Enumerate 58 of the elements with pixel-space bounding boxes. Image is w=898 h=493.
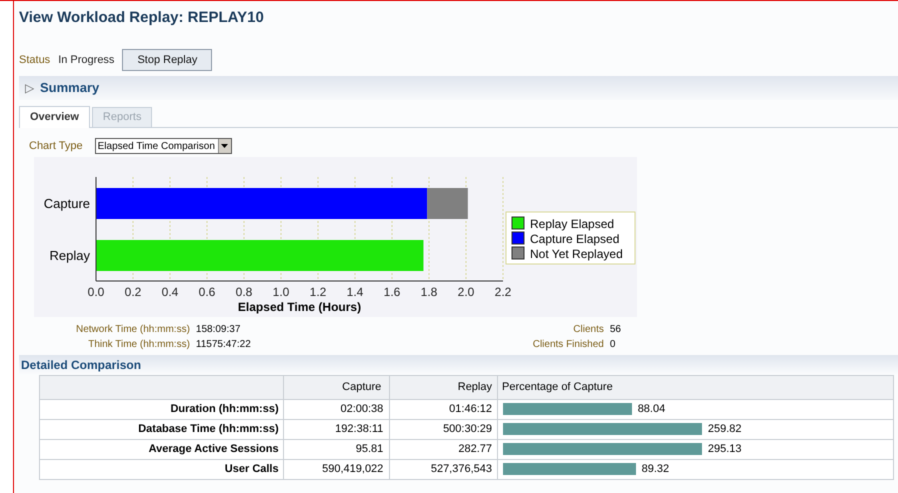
page-title: View Workload Replay: REPLAY10 [19,8,265,28]
tick-label: 1.4 [346,284,364,298]
table-cell: 192:38:11 [283,419,390,439]
category-label: Replay [50,248,90,262]
tick-label: 0.6 [198,284,216,298]
percentage-value: 88.04 [638,402,666,417]
axis-title: Elapsed Time (Hours) [238,300,362,314]
status-label: Status [19,52,50,68]
tab[interactable]: Overview [19,106,90,128]
tick-label: 2.0 [458,284,474,298]
stat-value: 11575:47:22 [196,338,251,352]
category-label: Capture [44,196,90,210]
percentage-value: 259.82 [708,422,742,437]
tick-label: 1.6 [384,284,400,298]
stat-value: 56 [610,322,621,336]
row-label: User Calls [40,459,284,479]
tick-label: 0.8 [236,284,252,298]
stat-label: Clients Finished [532,338,604,352]
table-cell: 282.77 [390,439,498,459]
row-label: Average Active Sessions [40,439,284,459]
table-cell: 527,376,543 [390,459,498,479]
table-cell: 02:00:38 [283,399,390,419]
legend-label: Replay Elapsed [530,216,614,230]
stat-label: Think Time (hh:mm:ss) [87,338,190,352]
table-cell: 590,419,022 [283,459,390,479]
stat-label: Network Time (hh:mm:ss) [76,322,190,336]
stat-value: 158:09:37 [196,322,242,336]
table-cell: 500:30:29 [390,419,498,439]
status-value: In Progress [58,52,114,68]
legend-swatch [512,216,524,229]
summary-header[interactable]: ▷ Summary [19,76,898,100]
table-cell: 01:46:12 [390,399,498,419]
column-header: Percentage of Capture [498,375,894,399]
tick-label: 0.2 [124,284,142,298]
percentage-value: 295.13 [708,442,742,457]
percentage-value: 89.32 [642,462,670,477]
legend-swatch [512,231,524,244]
tick-label: 0.4 [162,284,178,298]
tick-label: 1.8 [420,284,438,298]
section-header: Detailed Comparison [19,354,898,374]
tick-label: 0.0 [88,284,104,298]
stop-replay-button[interactable]: Stop Replay [122,49,212,71]
tick-label: 1.2 [310,284,326,298]
row-label: Database Time (hh:mm:ss) [40,419,284,439]
row-label: Duration (hh:mm:ss) [40,399,284,419]
column-header: Replay [390,375,498,399]
caret-icon [218,139,231,154]
legend-label: Not Yet Replayed [530,246,623,260]
chart-type-dropdown[interactable]: Elapsed Time Comparison [94,138,232,154]
legend-swatch [512,246,524,259]
stat-value: 0 [610,338,616,352]
tick-label: 1.0 [272,284,290,298]
table-cell: 95.81 [283,439,390,459]
stat-label: Clients [572,322,604,336]
tick-label: 2.2 [494,284,512,298]
chart-type-label: Chart Type [29,139,83,154]
legend-label: Capture Elapsed [530,232,620,246]
column-header: Capture [283,375,390,399]
